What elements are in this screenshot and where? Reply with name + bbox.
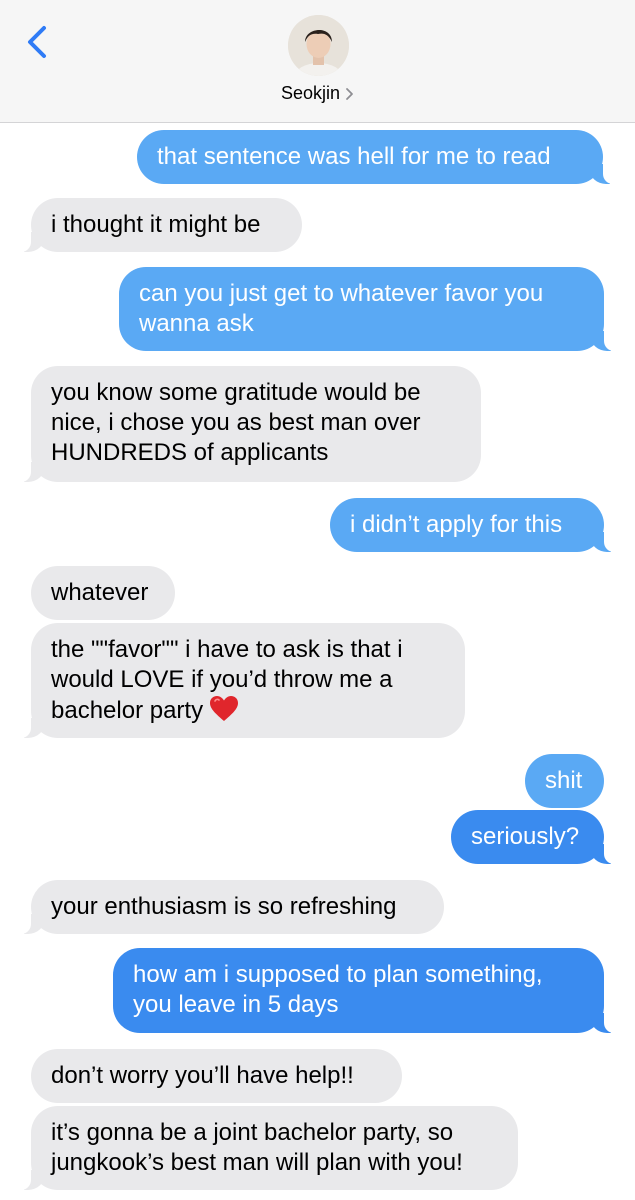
sent-message[interactable]: how am i supposed to plan something, you… bbox=[113, 948, 630, 1033]
received-message[interactable]: whatever bbox=[31, 566, 175, 620]
received-message[interactable]: don’t worry you’ll have help!! bbox=[31, 1049, 402, 1103]
sent-message[interactable]: can you just get to whatever favor you w… bbox=[119, 267, 630, 351]
heart-emoji bbox=[210, 696, 239, 721]
message-thread: that sentence was hell for me to read i … bbox=[0, 0, 635, 1200]
received-message[interactable]: i thought it might be bbox=[5, 198, 302, 252]
sent-message[interactable]: i didn’t apply for this bbox=[330, 498, 630, 552]
sent-message[interactable]: seriously? bbox=[451, 810, 630, 864]
received-message[interactable]: it’s gonna be a joint bachelor party, so… bbox=[5, 1106, 518, 1190]
sent-message[interactable]: that sentence was hell for me to read bbox=[137, 130, 629, 184]
received-message[interactable]: the ""favor"" i have to ask is that i wo… bbox=[5, 623, 465, 738]
received-message[interactable]: you know some gratitude would be nice, i… bbox=[5, 366, 481, 482]
received-message[interactable]: your enthusiasm is so refreshing bbox=[5, 880, 444, 934]
sent-message[interactable]: shit bbox=[525, 754, 604, 808]
